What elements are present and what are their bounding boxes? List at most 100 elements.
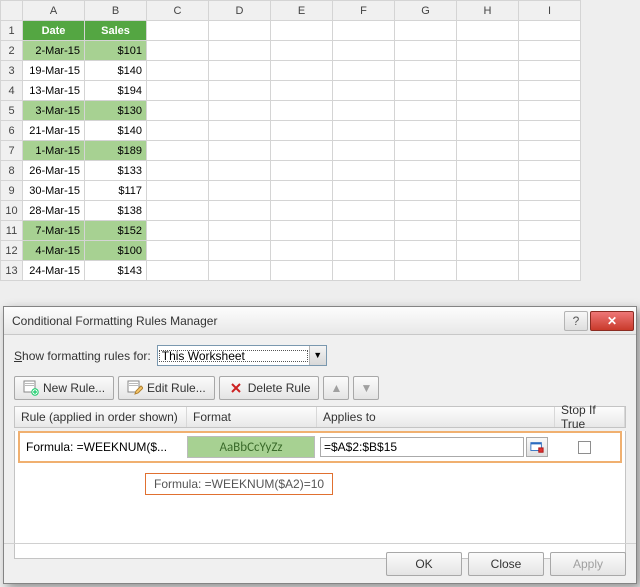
cell[interactable] [519, 241, 581, 261]
cell[interactable] [209, 261, 271, 281]
cell[interactable] [271, 241, 333, 261]
column-header[interactable]: H [457, 1, 519, 21]
column-header[interactable]: A [23, 1, 85, 21]
cell[interactable] [457, 241, 519, 261]
cell[interactable] [271, 181, 333, 201]
scope-dropdown[interactable]: This Worksheet ▼ [157, 345, 327, 366]
cell[interactable] [333, 81, 395, 101]
cell[interactable] [395, 61, 457, 81]
cell[interactable] [457, 61, 519, 81]
cell[interactable] [457, 161, 519, 181]
cell[interactable] [333, 161, 395, 181]
cell[interactable] [333, 181, 395, 201]
cell[interactable] [271, 221, 333, 241]
cell[interactable] [147, 181, 209, 201]
cell[interactable] [395, 41, 457, 61]
cell[interactable]: 1-Mar-15 [23, 141, 85, 161]
cell[interactable] [519, 201, 581, 221]
cell[interactable] [395, 241, 457, 261]
cell[interactable] [519, 81, 581, 101]
cell[interactable] [395, 261, 457, 281]
cell[interactable] [147, 41, 209, 61]
cell[interactable]: $101 [85, 41, 147, 61]
cell[interactable] [147, 121, 209, 141]
row-header[interactable]: 2 [1, 41, 23, 61]
cell[interactable]: Date [23, 21, 85, 41]
cell[interactable] [333, 21, 395, 41]
cell[interactable] [147, 141, 209, 161]
close-button[interactable]: Close [468, 552, 544, 576]
cell[interactable] [457, 141, 519, 161]
cell[interactable] [209, 81, 271, 101]
cell[interactable]: Sales [85, 21, 147, 41]
cell[interactable]: $117 [85, 181, 147, 201]
cell[interactable] [395, 21, 457, 41]
cell[interactable] [519, 221, 581, 241]
cell[interactable] [209, 181, 271, 201]
row-header[interactable]: 8 [1, 161, 23, 181]
cell[interactable] [209, 201, 271, 221]
cell[interactable] [519, 61, 581, 81]
cell[interactable] [395, 201, 457, 221]
spreadsheet-grid[interactable]: ABCDEFGHI1DateSales22-Mar-15$101319-Mar-… [0, 0, 581, 281]
cell[interactable] [271, 41, 333, 61]
cell[interactable] [271, 261, 333, 281]
cell[interactable] [209, 241, 271, 261]
row-header[interactable]: 5 [1, 101, 23, 121]
apply-button[interactable]: Apply [550, 552, 626, 576]
cell[interactable]: 24-Mar-15 [23, 261, 85, 281]
cell[interactable]: $130 [85, 101, 147, 121]
range-picker-button[interactable] [526, 437, 548, 457]
help-button[interactable]: ? [564, 311, 588, 331]
row-header[interactable]: 10 [1, 201, 23, 221]
cell[interactable] [271, 161, 333, 181]
cell[interactable]: 21-Mar-15 [23, 121, 85, 141]
applies-to-input[interactable]: =$A$2:$B$15 [320, 437, 524, 457]
cell[interactable] [147, 81, 209, 101]
edit-rule-button[interactable]: Edit Rule... [118, 376, 215, 400]
cell[interactable] [457, 261, 519, 281]
cell[interactable] [457, 121, 519, 141]
cell[interactable] [457, 181, 519, 201]
cell[interactable] [209, 101, 271, 121]
column-header[interactable]: G [395, 1, 457, 21]
cell[interactable] [209, 221, 271, 241]
cell[interactable] [395, 181, 457, 201]
cell[interactable] [271, 81, 333, 101]
cell[interactable] [333, 141, 395, 161]
cell[interactable]: $152 [85, 221, 147, 241]
row-header[interactable]: 6 [1, 121, 23, 141]
column-header[interactable]: D [209, 1, 271, 21]
cell[interactable] [147, 221, 209, 241]
chevron-down-icon[interactable]: ▼ [309, 346, 326, 365]
cell[interactable] [457, 81, 519, 101]
cell[interactable] [519, 41, 581, 61]
cell[interactable] [271, 61, 333, 81]
cell[interactable] [395, 81, 457, 101]
cell[interactable] [395, 121, 457, 141]
cell[interactable] [147, 161, 209, 181]
cell[interactable] [209, 121, 271, 141]
cell[interactable] [395, 161, 457, 181]
cell[interactable]: 7-Mar-15 [23, 221, 85, 241]
cell[interactable]: 28-Mar-15 [23, 201, 85, 221]
cell[interactable]: 19-Mar-15 [23, 61, 85, 81]
column-header[interactable]: B [85, 1, 147, 21]
cell[interactable] [209, 21, 271, 41]
rule-row[interactable]: Formula: =WEEKNUM($... AaBbCcYyZz =$A$2:… [18, 431, 622, 463]
row-header[interactable]: 1 [1, 21, 23, 41]
row-header[interactable]: 4 [1, 81, 23, 101]
cell[interactable] [519, 21, 581, 41]
cell[interactable]: $100 [85, 241, 147, 261]
cell[interactable] [147, 61, 209, 81]
cell[interactable] [519, 101, 581, 121]
row-header[interactable]: 7 [1, 141, 23, 161]
cell[interactable] [333, 121, 395, 141]
cell[interactable] [457, 221, 519, 241]
cell[interactable] [271, 101, 333, 121]
ok-button[interactable]: OK [386, 552, 462, 576]
cell[interactable]: $138 [85, 201, 147, 221]
cell[interactable] [333, 261, 395, 281]
cell[interactable]: $143 [85, 261, 147, 281]
cell[interactable] [333, 41, 395, 61]
